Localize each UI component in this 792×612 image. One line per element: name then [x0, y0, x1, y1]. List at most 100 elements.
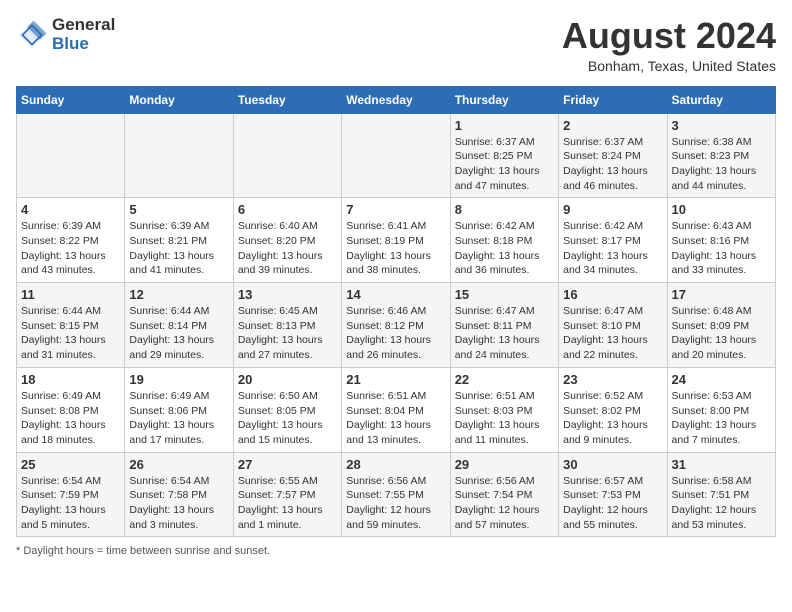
calendar-cell: 31 Sunrise: 6:58 AM Sunset: 7:51 PM Dayli… [667, 452, 775, 537]
day-info: Sunrise: 6:55 AM Sunset: 7:57 PM Dayligh… [238, 474, 337, 533]
day-info: Sunrise: 6:56 AM Sunset: 7:54 PM Dayligh… [455, 474, 554, 533]
day-number: 9 [563, 202, 662, 217]
calendar-header: SundayMondayTuesdayWednesdayThursdayFrid… [17, 86, 776, 113]
day-number: 4 [21, 202, 120, 217]
day-info: Sunrise: 6:37 AM Sunset: 8:24 PM Dayligh… [563, 135, 662, 194]
day-info: Sunrise: 6:47 AM Sunset: 8:10 PM Dayligh… [563, 304, 662, 363]
week-row-2: 11Sunrise: 6:44 AM Sunset: 8:15 PM Dayli… [17, 283, 776, 368]
weekday-header-row: SundayMondayTuesdayWednesdayThursdayFrid… [17, 86, 776, 113]
day-info: Sunrise: 6:46 AM Sunset: 8:12 PM Dayligh… [346, 304, 445, 363]
day-number: 28 [346, 457, 445, 472]
day-info: Sunrise: 6:49 AM Sunset: 8:08 PM Dayligh… [21, 389, 120, 448]
day-number: 15 [455, 287, 554, 302]
day-number: 5 [129, 202, 228, 217]
day-number: 17 [672, 287, 771, 302]
day-number: 23 [563, 372, 662, 387]
footer-note: * Daylight hours = time between sunrise … [16, 545, 776, 557]
calendar-cell: 10 Sunrise: 6:43 AM Sunset: 8:16 PM Dayli… [667, 198, 775, 283]
calendar-cell: 27 Sunrise: 6:55 AM Sunset: 7:57 PM Dayli… [233, 452, 341, 537]
day-info: Sunrise: 6:53 AM Sunset: 8:00 PM Dayligh… [672, 389, 771, 448]
month-year: August 2024 [562, 16, 776, 56]
day-number: 30 [563, 457, 662, 472]
day-number: 12 [129, 287, 228, 302]
calendar-cell: 4 Sunrise: 6:39 AM Sunset: 8:22 PM Daylig… [17, 198, 125, 283]
day-number: 25 [21, 457, 120, 472]
day-info: Sunrise: 6:52 AM Sunset: 8:02 PM Dayligh… [563, 389, 662, 448]
calendar-cell: 29Sunrise: 6:56 AM Sunset: 7:54 PM Dayli… [450, 452, 558, 537]
day-number: 1 [455, 118, 554, 133]
week-row-4: 25 Sunrise: 6:54 AM Sunset: 7:59 PM Dayli… [17, 452, 776, 537]
calendar-cell: 16Sunrise: 6:47 AM Sunset: 8:10 PM Dayli… [559, 283, 667, 368]
calendar-cell: 1 Sunrise: 6:37 AM Sunset: 8:25 PM Daylig… [450, 113, 558, 198]
day-number: 19 [129, 372, 228, 387]
logo: General Blue [16, 16, 115, 53]
day-number: 21 [346, 372, 445, 387]
day-info: Sunrise: 6:58 AM Sunset: 7:51 PM Dayligh… [672, 474, 771, 533]
calendar-cell: 3Sunrise: 6:38 AM Sunset: 8:23 PM Daylig… [667, 113, 775, 198]
weekday-monday: Monday [125, 86, 233, 113]
day-info: Sunrise: 6:51 AM Sunset: 8:04 PM Dayligh… [346, 389, 445, 448]
calendar-cell: 11Sunrise: 6:44 AM Sunset: 8:15 PM Dayli… [17, 283, 125, 368]
location: Bonham, Texas, United States [562, 58, 776, 74]
day-number: 20 [238, 372, 337, 387]
calendar-cell: 14 Sunrise: 6:46 AM Sunset: 8:12 PM Dayli… [342, 283, 450, 368]
weekday-friday: Friday [559, 86, 667, 113]
day-info: Sunrise: 6:39 AM Sunset: 8:22 PM Dayligh… [21, 219, 120, 278]
calendar-cell: 2 Sunrise: 6:37 AM Sunset: 8:24 PM Daylig… [559, 113, 667, 198]
weekday-sunday: Sunday [17, 86, 125, 113]
day-info: Sunrise: 6:42 AM Sunset: 8:17 PM Dayligh… [563, 219, 662, 278]
logo-icon [16, 19, 48, 51]
calendar-cell: 5 Sunrise: 6:39 AM Sunset: 8:21 PM Daylig… [125, 198, 233, 283]
day-info: Sunrise: 6:37 AM Sunset: 8:25 PM Dayligh… [455, 135, 554, 194]
day-number: 31 [672, 457, 771, 472]
calendar-cell [125, 113, 233, 198]
day-info: Sunrise: 6:50 AM Sunset: 8:05 PM Dayligh… [238, 389, 337, 448]
day-info: Sunrise: 6:45 AM Sunset: 8:13 PM Dayligh… [238, 304, 337, 363]
day-info: Sunrise: 6:44 AM Sunset: 8:15 PM Dayligh… [21, 304, 120, 363]
calendar-cell: 24 Sunrise: 6:53 AM Sunset: 8:00 PM Dayli… [667, 367, 775, 452]
day-number: 18 [21, 372, 120, 387]
day-info: Sunrise: 6:47 AM Sunset: 8:11 PM Dayligh… [455, 304, 554, 363]
calendar-cell: 6 Sunrise: 6:40 AM Sunset: 8:20 PM Daylig… [233, 198, 341, 283]
day-number: 14 [346, 287, 445, 302]
calendar: SundayMondayTuesdayWednesdayThursdayFrid… [16, 86, 776, 538]
day-number: 27 [238, 457, 337, 472]
calendar-cell [17, 113, 125, 198]
calendar-cell: 21 Sunrise: 6:51 AM Sunset: 8:04 PM Dayli… [342, 367, 450, 452]
weekday-wednesday: Wednesday [342, 86, 450, 113]
day-info: Sunrise: 6:54 AM Sunset: 7:58 PM Dayligh… [129, 474, 228, 533]
calendar-cell: 9 Sunrise: 6:42 AM Sunset: 8:17 PM Daylig… [559, 198, 667, 283]
day-number: 7 [346, 202, 445, 217]
calendar-cell: 13Sunrise: 6:45 AM Sunset: 8:13 PM Dayli… [233, 283, 341, 368]
day-info: Sunrise: 6:40 AM Sunset: 8:20 PM Dayligh… [238, 219, 337, 278]
logo-text: General Blue [52, 16, 115, 53]
calendar-cell: 22 Sunrise: 6:51 AM Sunset: 8:03 PM Dayli… [450, 367, 558, 452]
day-number: 2 [563, 118, 662, 133]
calendar-cell: 18 Sunrise: 6:49 AM Sunset: 8:08 PM Dayli… [17, 367, 125, 452]
calendar-cell: 8 Sunrise: 6:42 AM Sunset: 8:18 PM Daylig… [450, 198, 558, 283]
day-info: Sunrise: 6:39 AM Sunset: 8:21 PM Dayligh… [129, 219, 228, 278]
day-info: Sunrise: 6:43 AM Sunset: 8:16 PM Dayligh… [672, 219, 771, 278]
day-info: Sunrise: 6:54 AM Sunset: 7:59 PM Dayligh… [21, 474, 120, 533]
calendar-cell: 19Sunrise: 6:49 AM Sunset: 8:06 PM Dayli… [125, 367, 233, 452]
day-number: 22 [455, 372, 554, 387]
day-number: 26 [129, 457, 228, 472]
calendar-cell [233, 113, 341, 198]
day-number: 24 [672, 372, 771, 387]
calendar-cell: 17 Sunrise: 6:48 AM Sunset: 8:09 PM Dayli… [667, 283, 775, 368]
week-row-0: 1 Sunrise: 6:37 AM Sunset: 8:25 PM Daylig… [17, 113, 776, 198]
day-info: Sunrise: 6:42 AM Sunset: 8:18 PM Dayligh… [455, 219, 554, 278]
calendar-cell: 7 Sunrise: 6:41 AM Sunset: 8:19 PM Daylig… [342, 198, 450, 283]
calendar-body: 1 Sunrise: 6:37 AM Sunset: 8:25 PM Daylig… [17, 113, 776, 537]
day-info: Sunrise: 6:51 AM Sunset: 8:03 PM Dayligh… [455, 389, 554, 448]
header: General Blue August 2024 Bonham, Texas, … [16, 16, 776, 74]
day-info: Sunrise: 6:48 AM Sunset: 8:09 PM Dayligh… [672, 304, 771, 363]
day-number: 10 [672, 202, 771, 217]
day-info: Sunrise: 6:41 AM Sunset: 8:19 PM Dayligh… [346, 219, 445, 278]
weekday-saturday: Saturday [667, 86, 775, 113]
calendar-cell: 23 Sunrise: 6:52 AM Sunset: 8:02 PM Dayli… [559, 367, 667, 452]
title-area: August 2024 Bonham, Texas, United States [562, 16, 776, 74]
day-number: 8 [455, 202, 554, 217]
day-number: 6 [238, 202, 337, 217]
calendar-cell: 30Sunrise: 6:57 AM Sunset: 7:53 PM Dayli… [559, 452, 667, 537]
